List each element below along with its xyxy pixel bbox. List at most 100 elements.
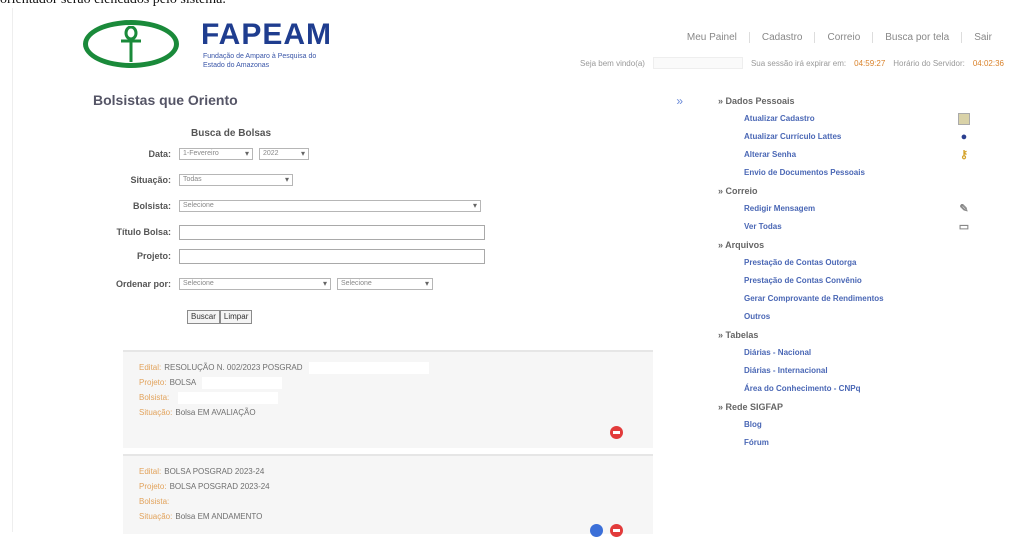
card-edital: Edital: BOLSA POSGRAD 2023-24 [139,464,637,479]
label-projeto: Projeto: [136,251,171,261]
sidebar-section-correio[interactable]: » Correio [718,182,978,200]
bolsista-select[interactable]: Selecione [179,200,481,212]
section-title: Correio [725,186,758,196]
sidebar-item-label: Atualizar Cadastro [744,114,815,123]
page-title: Bolsistas que Oriento [93,92,238,108]
sidebar-item-label: Envio de Documentos Pessoais [744,168,865,177]
delete-icon[interactable] [610,524,623,537]
nav-correio[interactable]: Correio [814,32,872,43]
sidebar-section-tabelas[interactable]: » Tabelas [718,326,978,344]
section-title: Dados Pessoais [725,96,795,106]
nav-meu-painel[interactable]: Meu Painel [675,32,749,43]
row-situacao: Situação: Todas [93,172,299,188]
row-data: Data: 1-Fevereiro 2022 [93,146,315,162]
month-select[interactable]: 1-Fevereiro [179,148,253,160]
sidebar-item-label: Alterar Senha [744,150,797,159]
ordenar-select-2[interactable]: Selecione [337,278,433,290]
nav-cadastro[interactable]: Cadastro [748,32,815,43]
nav-busca[interactable]: Busca por tela [872,32,961,43]
sidebar-item-forum[interactable]: Fórum [718,434,978,452]
form-buttons: Buscar Limpar [187,310,253,324]
id-card-icon [958,113,970,125]
form-title: Busca de Bolsas [191,128,272,139]
sidebar-item-label: Outros [744,312,771,321]
card-projeto: Projeto: BOLSA [139,375,637,390]
situacao-select[interactable]: Todas [179,174,293,186]
sidebar-item-diarias-nacional[interactable]: Diárias - Nacional [718,344,978,362]
sidebar-item-label: Fórum [744,438,769,447]
ankh-icon [121,26,141,62]
card-edital: Edital: RESOLUÇÃO N. 002/2023 POSGRAD [139,360,637,375]
card-key: Situação: [139,408,173,417]
card-value: BOLSA POSGRAD 2023-24 [169,482,270,491]
fapeam-logo[interactable]: FAPEAM Fundação de Amparo à Pesquisa do … [83,16,331,72]
year-select[interactable]: 2022 [259,148,309,160]
sidebar-item-label: Prestação de Contas Outorga [744,258,857,267]
sidebar-item-area-conhecimento[interactable]: Área do Conhecimento - CNPq [718,380,978,398]
app-frame: FAPEAM Fundação de Amparo à Pesquisa do … [12,8,1020,537]
label-data: Data: [148,149,171,159]
bolsa-card: Edital: BOLSA POSGRAD 2023-24 Projeto: B… [123,454,653,537]
card-key: Edital: [139,467,162,476]
sidebar-item-comprovante[interactable]: Gerar Comprovante de Rendimentos [718,290,978,308]
edit-icon[interactable] [590,524,603,537]
sidebar-item-label: Diárias - Internacional [744,366,828,375]
redacted-block [202,376,283,389]
card-key: Situação: [139,512,173,521]
card-situacao: Situação: Bolsa EM AVALIAÇÃO [139,405,637,420]
card-bolsista: Bolsista: [139,390,637,405]
sidebar-item-label: Prestação de Contas Convênio [744,276,862,285]
label-ordenar: Ordenar por: [115,279,171,289]
key-icon: ⚷ [959,149,969,161]
sidebar-item-contas-outorga[interactable]: Prestação de Contas Outorga [718,254,978,272]
sidebar-section-arquivos[interactable]: » Arquivos [718,236,978,254]
card-projeto: Projeto: BOLSA POSGRAD 2023-24 [139,479,637,494]
inbox-icon: ▭ [958,221,970,233]
redacted-block [308,361,429,374]
sidebar-item-diarias-internacional[interactable]: Diárias - Internacional [718,362,978,380]
collapse-icon[interactable]: » [676,94,683,108]
sidebar-item-label: Ver Todas [744,222,782,231]
card-value: Bolsa EM AVALIAÇÃO [175,408,256,417]
main-panel: Bolsistas que Oriento » Busca de Bolsas … [93,92,683,537]
card-value: BOLSA POSGRAD 2023-24 [164,467,265,476]
sidebar-item-senha[interactable]: Alterar Senha ⚷ [718,146,978,164]
buscar-button[interactable]: Buscar [187,310,220,324]
user-name-box [652,57,743,69]
sidebar-section-rede[interactable]: » Rede SIGFAP [718,398,978,416]
titulo-input[interactable] [179,224,485,240]
welcome-label: Seja bem vindo(a) [580,58,645,68]
row-projeto: Projeto: [93,248,485,264]
delete-icon[interactable] [610,426,623,439]
sidebar-item-lattes[interactable]: Atualizar Currículo Lattes ● [718,128,978,146]
sidebar-item-atualizar-cadastro[interactable]: Atualizar Cadastro [718,110,978,128]
sidebar-item-blog[interactable]: Blog [718,416,978,434]
section-title: Tabelas [725,330,759,340]
label-situacao: Situação: [130,175,171,185]
session-label: Sua sessão irá expirar em: [750,58,847,68]
sidebar-item-contas-convenio[interactable]: Prestação de Contas Convênio [718,272,978,290]
server-time: 04:02:36 [972,58,1004,68]
row-bolsista: Bolsista: Selecione [93,198,487,214]
nav-sair[interactable]: Sair [961,32,1004,43]
sidebar-item-documentos[interactable]: Envio de Documentos Pessoais [718,164,978,182]
row-titulo: Título Bolsa: [93,224,485,240]
sidebar: » Dados Pessoais Atualizar Cadastro Atua… [718,92,978,452]
pencil-icon: ✎ [959,203,969,215]
sidebar-item-redigir[interactable]: Redigir Mensagem ✎ [718,200,978,218]
projeto-input[interactable] [179,248,485,264]
server-label: Horário do Servidor: [893,58,965,68]
card-bolsista: Bolsista: [139,494,637,509]
logo-subtitle: Fundação de Amparo à Pesquisa do Estado … [203,53,317,69]
sidebar-section-dados[interactable]: » Dados Pessoais [718,92,978,110]
session-status: Seja bem vindo(a) Sua sessão irá expirar… [580,57,1004,69]
ordenar-select-1[interactable]: Selecione [179,278,331,290]
redacted-block [178,391,279,404]
limpar-button[interactable]: Limpar [219,310,253,324]
card-key: Edital: [139,363,162,372]
logo-wordmark: FAPEAM [201,18,333,51]
sidebar-item-outros[interactable]: Outros [718,308,978,326]
session-time: 04:59:27 [854,58,886,68]
sidebar-item-label: Atualizar Currículo Lattes [744,132,842,141]
sidebar-item-ver-todas[interactable]: Ver Todas ▭ [718,218,978,236]
